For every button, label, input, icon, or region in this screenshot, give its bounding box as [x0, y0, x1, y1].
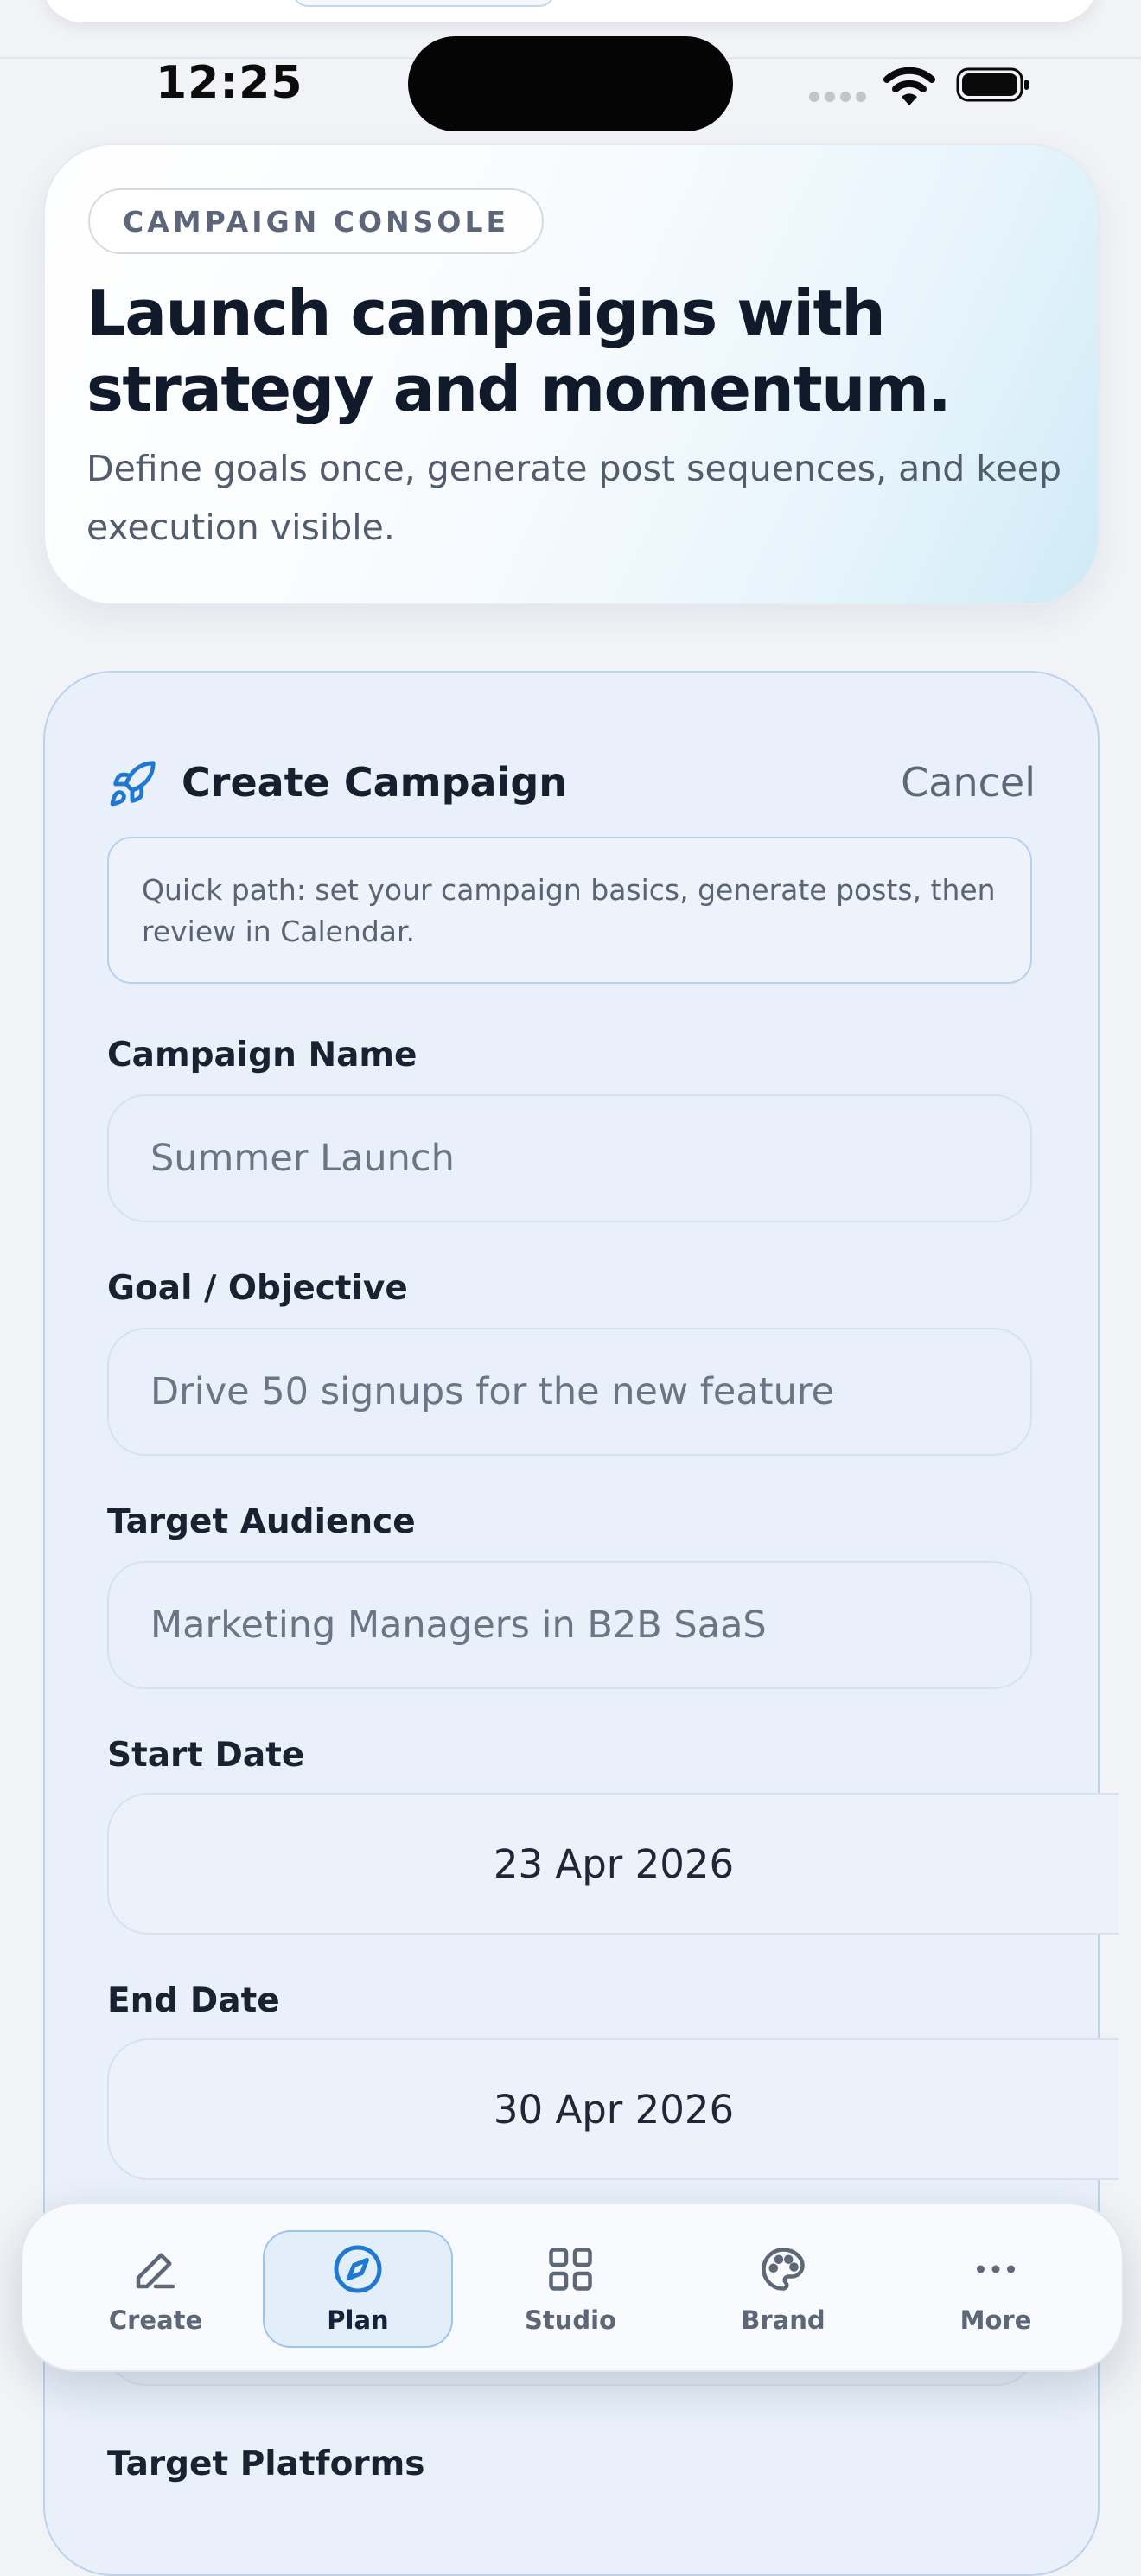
card-title: Create Campaign: [182, 759, 568, 806]
tab-studio-label: Studio: [524, 2305, 617, 2335]
hero-title: Launch campaigns with strategy and momen…: [86, 275, 1037, 427]
palette-icon: [762, 2248, 805, 2291]
target-platforms-label: Target Platforms: [107, 2445, 425, 2484]
cancel-button[interactable]: Cancel: [901, 759, 1036, 806]
end-date-label: End Date: [107, 1981, 280, 2020]
start-date-value: 23 Apr 2026: [493, 1840, 735, 1887]
hero-card: CAMPAIGN CONSOLE Launch campaigns with s…: [43, 143, 1100, 605]
tab-brand[interactable]: Brand: [688, 2230, 878, 2348]
hero-title-line-1: Launch campaigns with: [86, 277, 886, 349]
more-icon: [977, 2265, 1015, 2273]
goal-label: Goal / Objective: [107, 1269, 408, 1308]
grid-icon: [549, 2248, 592, 2291]
console-badge: CAMPAIGN CONSOLE: [88, 188, 545, 254]
tab-plan-label: Plan: [327, 2305, 389, 2335]
sheet-handle: [292, 0, 555, 7]
start-date-label: Start Date: [107, 1736, 305, 1775]
campaign-name-input[interactable]: [107, 1094, 1032, 1222]
tab-more-label: More: [959, 2305, 1032, 2335]
tab-brand-label: Brand: [741, 2305, 825, 2335]
status-time: 12:25: [156, 57, 303, 109]
tab-create[interactable]: Create: [61, 2230, 251, 2348]
end-date-value: 30 Apr 2026: [493, 2086, 735, 2133]
goal-input[interactable]: [107, 1328, 1032, 1456]
dynamic-island: [408, 36, 733, 131]
tab-plan[interactable]: Plan: [263, 2230, 453, 2348]
card-header: Create Campaign Cancel: [107, 740, 1036, 826]
tab-studio[interactable]: Studio: [475, 2230, 666, 2348]
bottom-tab-bar: Create Plan Studio Brand More: [21, 2203, 1124, 2372]
tab-create-label: Create: [108, 2305, 203, 2335]
rocket-icon: [110, 761, 156, 807]
hero-title-line-2: strategy and momentum.: [86, 353, 952, 425]
quick-path-hint: Quick path: set your campaign basics, ge…: [107, 837, 1032, 984]
cellular-signal-icon: [809, 92, 866, 102]
previous-sheet-edge: [41, 0, 1098, 22]
target-audience-label: Target Audience: [107, 1502, 416, 1541]
target-audience-input[interactable]: [107, 1561, 1032, 1689]
pencil-icon: [136, 2253, 175, 2289]
wifi-icon: [883, 67, 935, 105]
hero-subtitle: Define goals once, generate post sequenc…: [86, 448, 1062, 548]
compass-icon: [334, 2245, 382, 2293]
tab-more[interactable]: More: [901, 2230, 1091, 2348]
campaign-name-label: Campaign Name: [107, 1036, 418, 1074]
end-date-picker[interactable]: 30 Apr 2026: [107, 2038, 1119, 2180]
battery-icon: [956, 67, 1029, 102]
start-date-picker[interactable]: 23 Apr 2026: [107, 1793, 1119, 1935]
